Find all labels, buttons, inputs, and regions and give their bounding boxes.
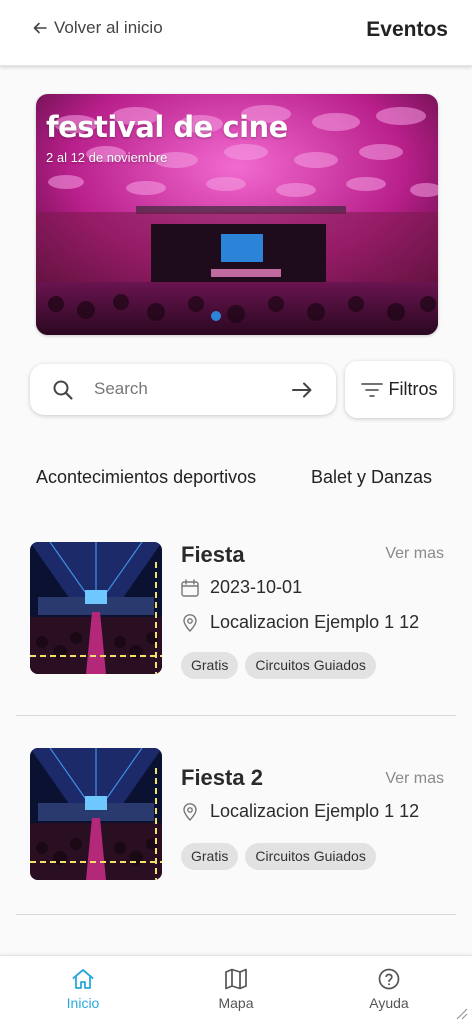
- page-title: Eventos: [366, 18, 448, 41]
- event-image: [30, 542, 162, 674]
- ver-mas-link[interactable]: Ver mas: [385, 770, 444, 788]
- event-location: Localizacion Ejemplo 1 12: [180, 801, 444, 822]
- filters-label: Filtros: [388, 379, 438, 399]
- nav-item-inicio[interactable]: Inicio: [43, 966, 123, 1011]
- banner-title: festival de cine: [46, 110, 288, 144]
- resize-grip-icon[interactable]: [452, 1004, 468, 1020]
- category-tab-danzas[interactable]: Balet y Danzas: [311, 467, 432, 488]
- event-image: [30, 748, 162, 880]
- nav-label-ayuda: Ayuda: [369, 995, 409, 1011]
- home-icon: [72, 969, 94, 989]
- ver-mas-link[interactable]: Ver mas: [385, 545, 444, 563]
- tag-chip: Gratis: [181, 652, 239, 679]
- top-bar: Volver al inicio Eventos: [0, 0, 472, 66]
- location-pin-icon: [183, 613, 197, 632]
- event-title: Fiesta 2: [181, 765, 263, 790]
- nav-label-mapa: Mapa: [218, 995, 254, 1011]
- category-tab-deportes[interactable]: Acontecimientos deportivos: [36, 467, 256, 488]
- nav-item-mapa[interactable]: Mapa: [196, 966, 276, 1011]
- divider: [16, 715, 456, 716]
- map-icon: [225, 968, 247, 990]
- back-link[interactable]: Volver al inicio: [32, 18, 163, 38]
- back-link-label: Volver al inicio: [54, 18, 163, 37]
- banner-subtitle: 2 al 12 de noviembre: [46, 150, 168, 165]
- search-icon: [53, 380, 73, 400]
- help-icon: [378, 968, 400, 990]
- tag-chip: Circuitos Guiados: [245, 652, 376, 679]
- event-location-text: Localizacion Ejemplo 1 12: [210, 801, 420, 821]
- search-bar: [30, 364, 336, 415]
- filters-button[interactable]: Filtros: [345, 361, 453, 418]
- divider: [16, 914, 456, 915]
- event-location-text: Localizacion Ejemplo 1 12: [210, 612, 420, 632]
- location-pin-icon: [183, 802, 197, 821]
- search-input[interactable]: [94, 376, 284, 402]
- event-tags: Gratis Circuitos Guiados: [181, 843, 376, 870]
- nav-item-ayuda[interactable]: Ayuda: [349, 966, 429, 1011]
- tag-chip: Gratis: [181, 843, 239, 870]
- event-location: Localizacion Ejemplo 1 12: [180, 612, 444, 633]
- festival-banner[interactable]: festival de cine 2 al 12 de noviembre: [36, 94, 438, 335]
- event-thumbnail: [30, 542, 162, 674]
- tag-chip: Circuitos Guiados: [245, 843, 376, 870]
- nav-label-inicio: Inicio: [66, 995, 100, 1011]
- event-tags: Gratis Circuitos Guiados: [181, 652, 376, 679]
- event-date-text: 2023-10-01: [210, 577, 303, 597]
- bottom-nav: Inicio Mapa Ayuda: [0, 955, 472, 1024]
- event-date: 2023-10-01: [180, 577, 444, 598]
- arrow-left-icon: [33, 22, 47, 34]
- arrow-right-icon[interactable]: [290, 378, 314, 402]
- calendar-icon: [181, 578, 199, 597]
- event-thumbnail: [30, 748, 162, 880]
- filter-icon: [360, 382, 383, 397]
- event-title: Fiesta: [181, 542, 245, 567]
